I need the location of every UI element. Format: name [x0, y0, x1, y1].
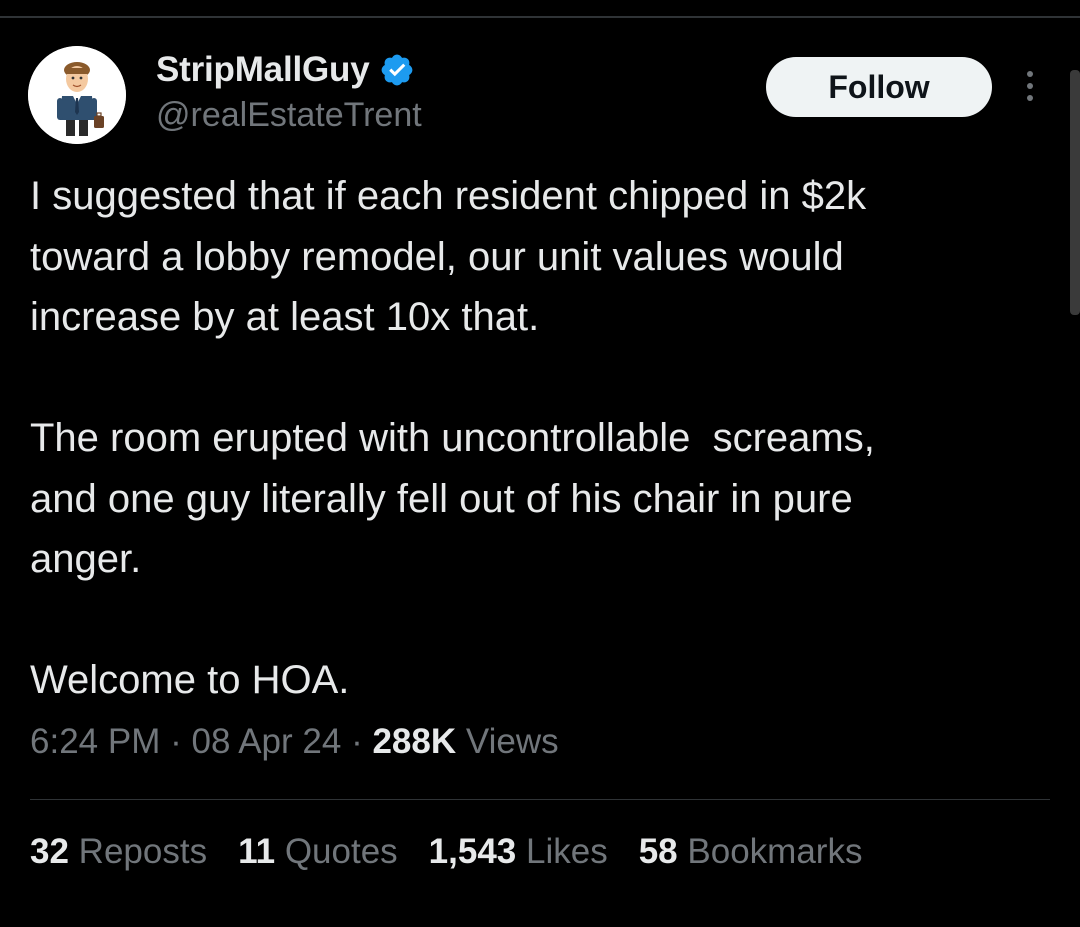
stat-likes[interactable]: 1,543 Likes — [429, 832, 608, 872]
author-display-name[interactable]: StripMallGuy — [156, 50, 370, 90]
stat-label: Quotes — [284, 832, 398, 871]
businessman-avatar-icon — [28, 46, 126, 144]
tweet-date[interactable]: 08 Apr 24 — [191, 722, 341, 761]
views-label: Views — [465, 722, 559, 761]
meta-separator: · — [351, 722, 363, 761]
views-count: 288K — [372, 722, 457, 761]
stat-count: 1,543 — [428, 832, 517, 871]
stat-count: 58 — [638, 832, 678, 871]
stat-quotes[interactable]: 11 Quotes — [238, 832, 398, 872]
tweet-text: I suggested that if each resident chippe… — [30, 174, 875, 702]
stat-label: Likes — [526, 832, 608, 871]
more-dot — [1027, 71, 1033, 77]
stat-label: Bookmarks — [687, 832, 863, 871]
stat-label: Reposts — [78, 832, 208, 871]
more-dot — [1027, 95, 1033, 101]
stats-divider — [30, 799, 1050, 800]
author-handle[interactable]: @realEstateTrent — [156, 96, 422, 135]
more-dot — [1027, 83, 1033, 89]
stat-reposts[interactable]: 32 Reposts — [30, 832, 207, 872]
verified-badge-icon[interactable] — [379, 52, 415, 88]
more-vertical-icon[interactable] — [1012, 64, 1048, 108]
meta-separator: · — [170, 722, 182, 761]
stat-count: 32 — [30, 832, 69, 871]
top-divider — [0, 16, 1080, 18]
scrollbar[interactable] — [1070, 70, 1080, 315]
author-name-row: StripMallGuy — [156, 50, 415, 90]
tweet-time[interactable]: 6:24 PM — [30, 722, 160, 761]
avatar[interactable] — [28, 46, 126, 144]
tweet-meta: 6:24 PM · 08 Apr 24 · 288K Views — [30, 722, 559, 762]
follow-button[interactable]: Follow — [766, 57, 992, 117]
engagement-stats: 32 Reposts 11 Quotes 1,543 Likes 58 Book… — [30, 832, 893, 872]
stat-count: 11 — [238, 832, 276, 871]
stat-bookmarks[interactable]: 58 Bookmarks — [639, 832, 863, 872]
